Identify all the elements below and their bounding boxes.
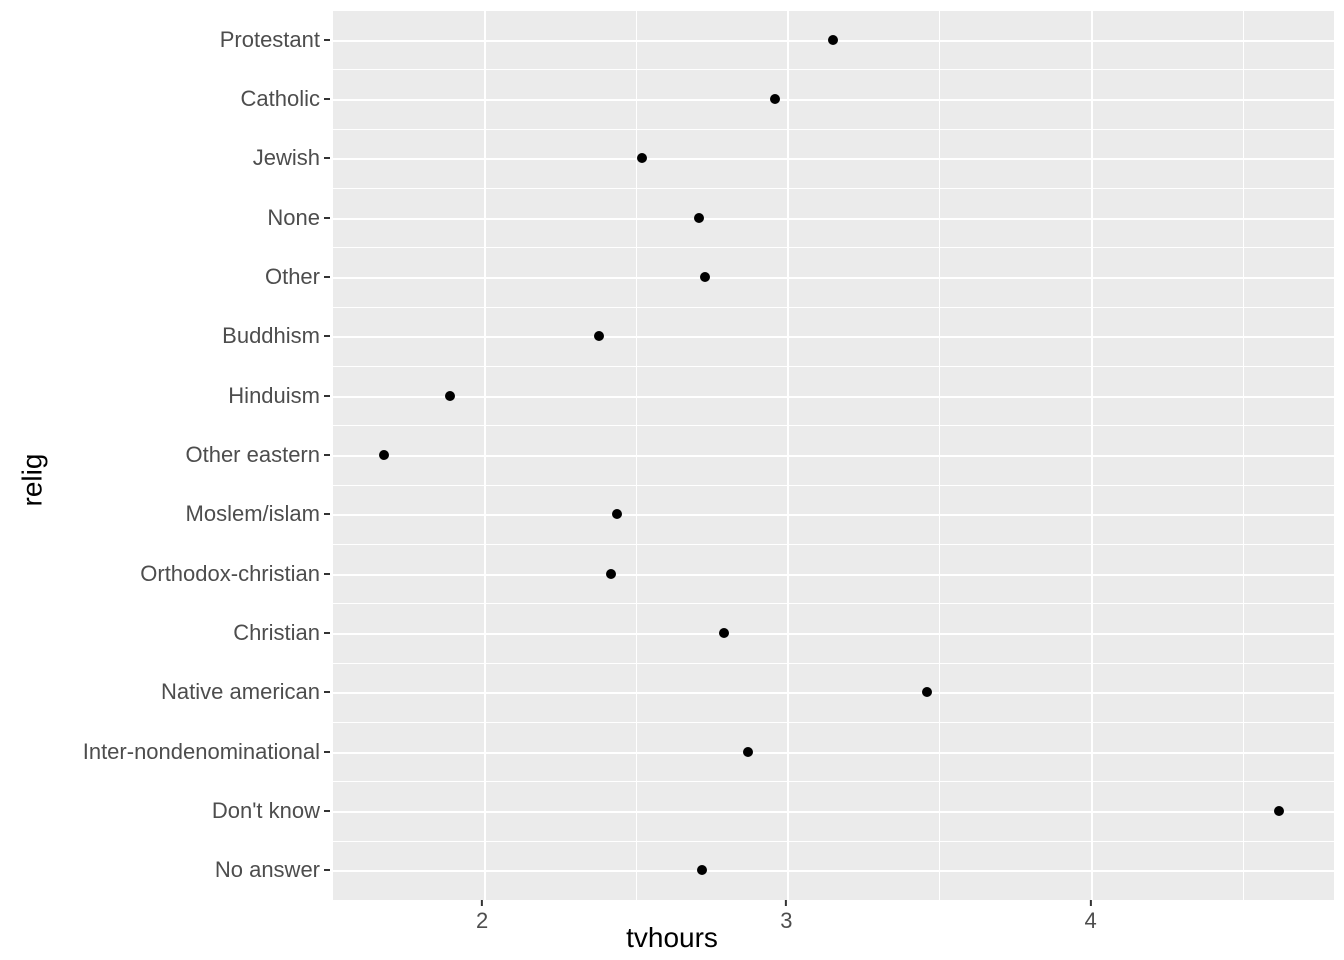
data-point [694,213,704,223]
grid-line [332,811,1334,813]
data-point [594,331,604,341]
grid-line [332,277,1334,279]
grid-line [332,722,1334,723]
data-point [828,35,838,45]
x-axis-label: tvhours [626,922,718,954]
grid-line [332,307,1334,308]
grid-line [332,158,1334,160]
grid-line [332,218,1334,220]
grid-line [332,485,1334,486]
grid-line [332,188,1334,189]
y-tick-label: None [267,205,330,231]
data-point [719,628,729,638]
data-point [697,865,707,875]
grid-line [939,10,940,900]
y-tick-label: Inter-nondenominational [83,739,330,765]
grid-line [332,396,1334,398]
y-tick-label: Other [265,264,330,290]
y-tick-label: Catholic [241,86,330,112]
y-tick-label: Moslem/islam [186,501,330,527]
grid-line [332,514,1334,516]
grid-line [332,10,1334,11]
data-point [743,747,753,757]
x-tick-label: 3 [780,900,792,934]
grid-line [332,455,1334,457]
x-tick-label: 2 [476,900,488,934]
grid-line [332,99,1334,101]
x-tick-label: 4 [1084,900,1096,934]
grid-line [1091,10,1093,900]
x-ticks: 234 [330,900,1334,926]
grid-line [332,663,1334,664]
grid-line [332,574,1334,576]
grid-line [332,247,1334,248]
data-point [612,509,622,519]
y-tick-label: Hinduism [228,383,330,409]
plot-row: Protestant Catholic Jewish None Other Buddhis… [60,10,1334,900]
grid-line [787,10,789,900]
grid-line [332,870,1334,872]
data-point [700,272,710,282]
y-tick-label: Native american [161,679,330,705]
y-tick-label: Orthodox-christian [140,561,330,587]
data-point [922,687,932,697]
grid-line [332,544,1334,545]
y-ticks: Protestant Catholic Jewish None Other Buddhis… [60,10,332,900]
grid-line [332,841,1334,842]
grid-line [1243,10,1244,900]
grid-line [332,10,333,900]
data-point [1274,806,1284,816]
grid-line [332,692,1334,694]
y-tick-label: Buddhism [222,323,330,349]
data-point [770,94,780,104]
data-point [379,450,389,460]
y-tick-label: Other eastern [185,442,330,468]
y-tick-label: Jewish [253,145,330,171]
grid-line [636,10,637,900]
y-axis-label: relig [16,454,48,507]
grid-line [332,633,1334,635]
grid-line [332,336,1334,338]
grid-line [332,781,1334,782]
grid-line [332,366,1334,367]
grid-line [332,425,1334,426]
grid-line [332,752,1334,754]
grid-line [332,129,1334,130]
y-tick-label: Christian [233,620,330,646]
chart-figure: relig tvhours Protestant Catholic Jewish No… [0,0,1344,960]
plot-panel [332,10,1334,900]
grid-line [332,69,1334,70]
y-tick-label: Don't know [212,798,330,824]
data-point [445,391,455,401]
grid-line [484,10,486,900]
data-point [637,153,647,163]
grid-line [332,603,1334,604]
y-tick-label: Protestant [220,27,330,53]
data-point [606,569,616,579]
y-tick-label: No answer [215,857,330,883]
